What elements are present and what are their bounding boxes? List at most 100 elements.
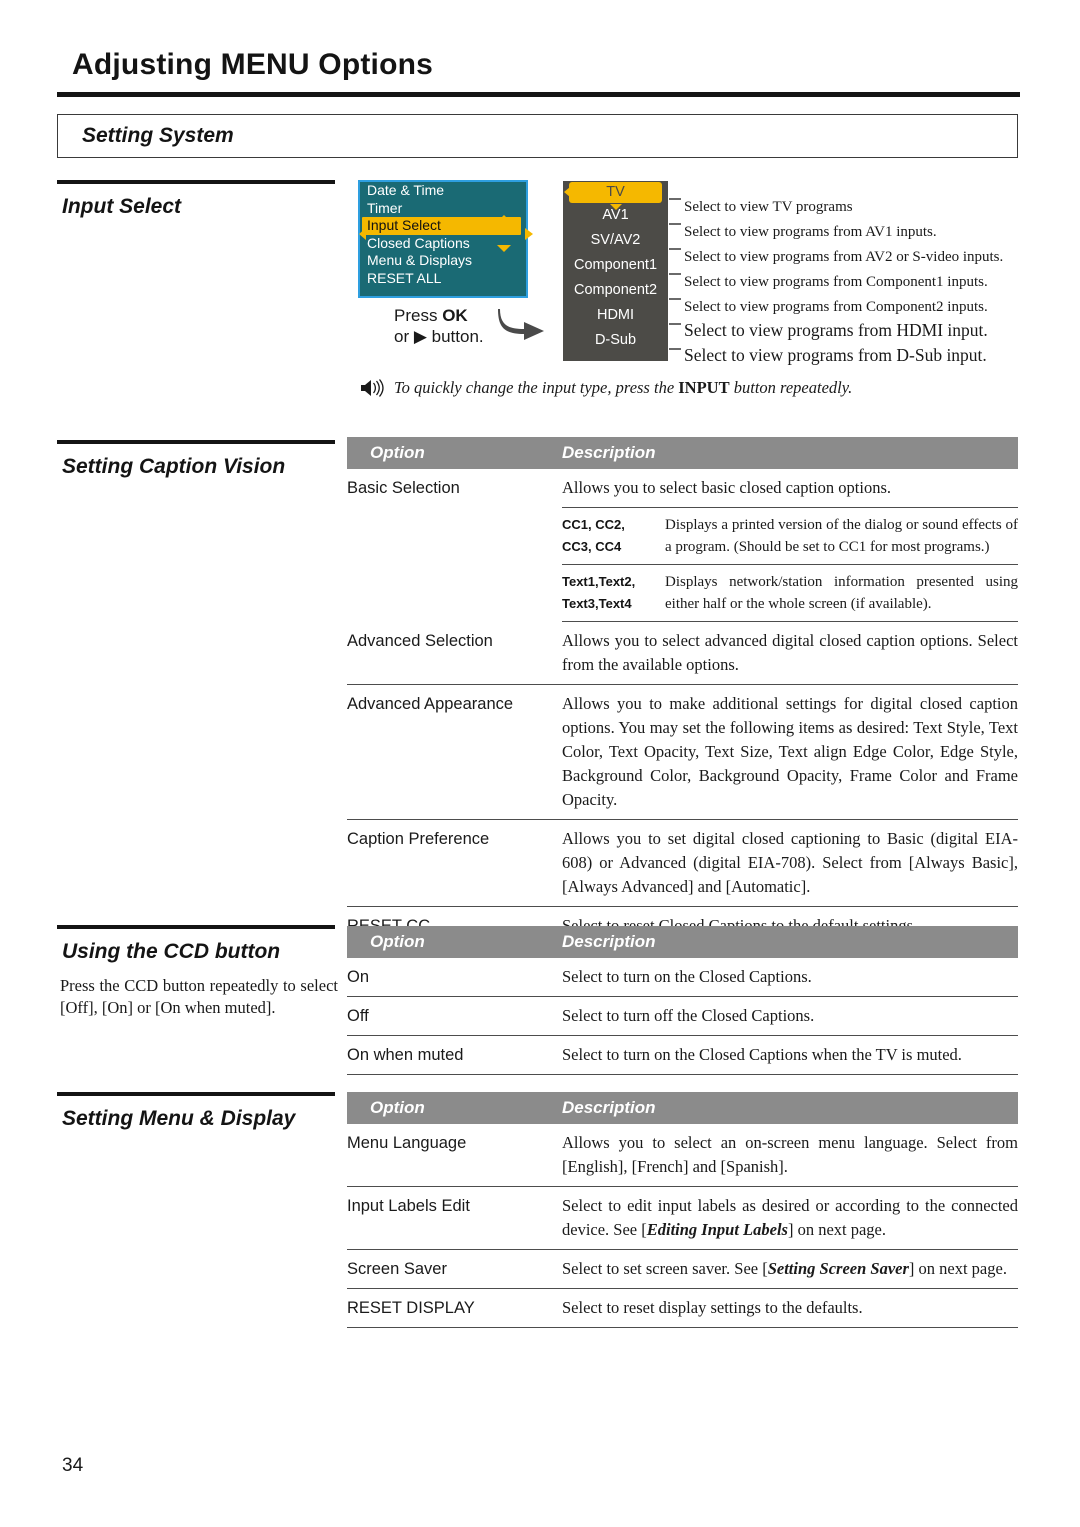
description-text: Select to set screen saver. See [	[562, 1259, 768, 1278]
input-description-row: Select to view programs from AV2 or S-vi…	[668, 236, 1028, 265]
table-header-option: Option	[370, 443, 425, 462]
description-text: ] on next page.	[908, 1259, 1007, 1278]
callout-line-icon	[668, 236, 684, 261]
table-cell-option: Basic Selection	[347, 479, 460, 497]
table-cell-description: Allows you to select basic closed captio…	[562, 478, 892, 497]
table-cell-description: Allows you to set digital closed caption…	[562, 829, 1018, 896]
heading-label: Setting Caption Vision	[62, 455, 286, 478]
heading-input-select: Input Select	[57, 180, 335, 219]
table-row: Off Select to turn off the Closed Caption…	[347, 997, 1018, 1036]
table-cell-description: Select to turn off the Closed Captions.	[562, 1006, 815, 1025]
heading-label: Using the CCD button	[62, 940, 281, 963]
input-note-text: To quickly change the input type, press …	[394, 378, 853, 397]
table-header-row: Option Description	[347, 926, 1018, 958]
table-cell-option: Menu Language	[347, 1134, 467, 1152]
input-list-panel: TV AV1 SV/AV2 Component1 Component2 HDMI D-Sub	[563, 181, 668, 361]
press-ok-instruction: Press OK or ▶ button.	[394, 305, 484, 347]
osd-menu-item[interactable]: RESET ALL	[360, 270, 526, 288]
table-row: RESET DISPLAY Select to reset display set…	[347, 1289, 1018, 1328]
input-description-row: Select to view programs from Component2 …	[668, 286, 1028, 315]
table-header-description-cell: Description	[562, 443, 656, 463]
table-cell-description: Select to edit input labels as desired o…	[562, 1194, 1018, 1242]
heading-rule	[57, 925, 335, 929]
input-description-text: Select to view programs from D-Sub input…	[684, 345, 987, 365]
table-menu-display: Option Description Menu Language Allows y…	[347, 1092, 1018, 1328]
table-cell-description: Select to set screen saver. See [Setting…	[562, 1257, 1018, 1281]
table-row: Input Labels Edit Select to edit input la…	[347, 1187, 1018, 1250]
input-list-item[interactable]: Component1	[563, 253, 668, 278]
input-description-row: Select to view programs from HDMI input.	[668, 311, 1028, 340]
subrow-text: Displays network/station information pre…	[665, 574, 1018, 612]
osd-menu-item[interactable]: Menu & Displays	[360, 252, 526, 270]
heading-label: Input Select	[62, 195, 182, 218]
table-row: Menu Language Allows you to select an on-…	[347, 1124, 1018, 1187]
table-cell-option: Advanced Selection	[347, 632, 493, 650]
table-cell-description: Select to turn on the Closed Captions.	[562, 967, 812, 986]
table-cell-description: Allows you to make additional settings f…	[562, 694, 1018, 809]
input-cursor-down-icon	[610, 204, 622, 210]
table-body: Menu Language Allows you to select an on-…	[347, 1124, 1018, 1328]
press-ok-line2: or ▶ button.	[394, 327, 484, 346]
input-list-item[interactable]: HDMI	[563, 303, 668, 328]
table-header-description-cell: Description	[562, 1098, 656, 1118]
table-cell-option: RESET DISPLAY	[347, 1299, 475, 1317]
section-band-label: Setting System	[82, 124, 234, 147]
table-header-description: Description	[562, 1098, 656, 1117]
osd-menu-panel: Date & Time Timer Input Select Closed Capti…	[358, 180, 533, 298]
table-row: Basic Selection Allows you to select basi…	[347, 469, 1018, 500]
input-description-list: Select to view TV programs Select to view…	[668, 186, 1028, 365]
callout-line-icon	[668, 336, 684, 361]
table-header-description-cell: Description	[562, 932, 656, 952]
table-header-row: Option Description	[347, 437, 1018, 469]
osd-menu-item[interactable]: Date & Time	[360, 182, 526, 200]
table-subrow: CC1, CC2, CC3, CC4 Displays a printed vers…	[562, 508, 1018, 565]
cursor-up-icon	[497, 215, 511, 222]
table-row: On Select to turn on the Closed Captions.	[347, 958, 1018, 997]
callout-line-icon	[668, 211, 684, 236]
description-text: ] on next page.	[787, 1220, 887, 1239]
table-cell-option: Caption Preference	[347, 830, 490, 848]
table-row: Caption Preference Allows you to set digi…	[347, 820, 1018, 907]
table-cell-option: Advanced Appearance	[347, 695, 514, 713]
input-list-item[interactable]: TV	[569, 182, 662, 203]
page-number: 34	[62, 1455, 84, 1476]
table-cell-description: Allows you to select advanced digital cl…	[562, 631, 1018, 674]
table-body: Basic Selection Allows you to select basi…	[347, 469, 1018, 946]
page-title: Adjusting MENU Options	[72, 48, 434, 81]
table-header-option-cell: Option	[347, 1098, 562, 1118]
curved-arrow-icon	[498, 309, 544, 340]
table-body: On Select to turn on the Closed Captions.…	[347, 958, 1018, 1075]
table-header-option-cell: Option	[347, 932, 562, 952]
callout-line-icon	[668, 311, 684, 336]
table-cell-option: On when muted	[347, 1046, 464, 1064]
table-row: Screen Saver Select to set screen saver. …	[347, 1250, 1018, 1289]
table-cell-option: Off	[347, 1007, 369, 1025]
table-row: On when muted Select to turn on the Close…	[347, 1036, 1018, 1075]
table-header-option-cell: Option	[347, 443, 562, 463]
speaker-icon	[361, 379, 384, 397]
table-row: Advanced Selection Allows you to select a…	[347, 622, 1018, 685]
input-list-item[interactable]: D-Sub	[563, 328, 668, 353]
table-cell-description: Select to turn on the Closed Captions wh…	[562, 1045, 962, 1064]
heading-label: Setting Menu & Display	[62, 1107, 296, 1130]
input-list-item[interactable]: Component2	[563, 278, 668, 303]
cursor-down-icon	[497, 245, 511, 252]
cross-reference[interactable]: Editing Input Labels	[647, 1220, 788, 1239]
description-text: Select to reset display settings to the …	[562, 1298, 863, 1317]
input-note: To quickly change the input type, press …	[360, 378, 1020, 398]
press-ok-line1: Press OK	[394, 306, 468, 325]
table-header-description: Description	[562, 443, 656, 462]
heading-using-ccd-button: Using the CCD button	[57, 925, 335, 964]
heading-rule	[57, 440, 335, 444]
subrow-text: Displays a printed version of the dialog…	[665, 517, 1018, 555]
table-row: Advanced Appearance Allows you to make ad…	[347, 685, 1018, 820]
cross-reference[interactable]: Setting Screen Saver	[768, 1259, 909, 1278]
subrow-label: CC1, CC2, CC3, CC4	[562, 517, 625, 554]
heading-setting-caption-vision: Setting Caption Vision	[57, 440, 335, 479]
table-header-description: Description	[562, 932, 656, 951]
heading-setting-menu-display: Setting Menu & Display	[57, 1092, 335, 1131]
description-text: Allows you to select an on-screen menu l…	[562, 1133, 1018, 1176]
callout-line-icon	[668, 286, 684, 311]
input-list-item[interactable]: SV/AV2	[563, 228, 668, 253]
table-cell-description: Allows you to select an on-screen menu l…	[562, 1131, 1018, 1179]
